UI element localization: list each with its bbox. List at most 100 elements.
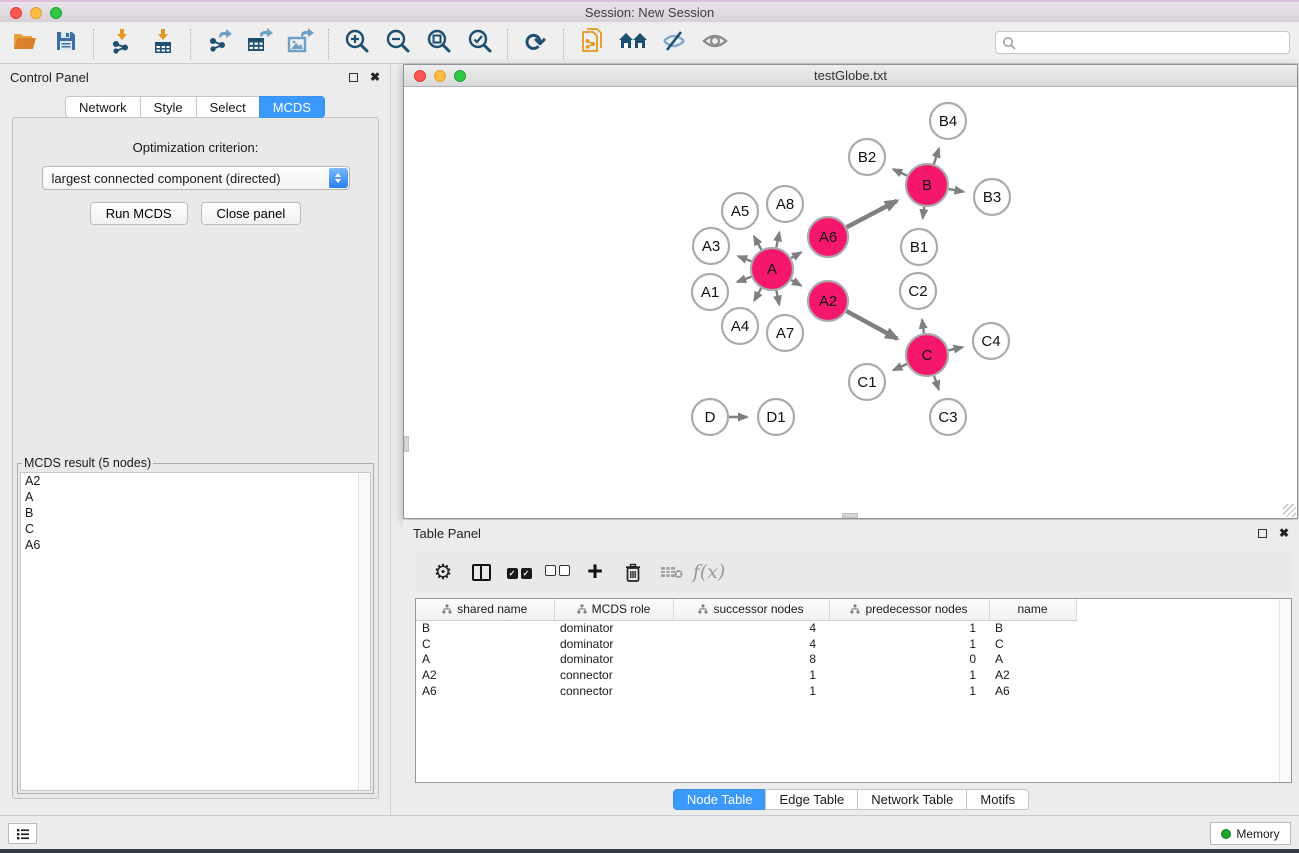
node-A3[interactable]: A3 xyxy=(693,228,729,264)
result-item[interactable]: A6 xyxy=(21,537,370,553)
mcds-result-list[interactable]: A2ABCA6 xyxy=(20,472,371,791)
float-table-panel-icon[interactable] xyxy=(1258,529,1267,538)
save-session-button[interactable] xyxy=(45,26,86,62)
float-panel-icon[interactable] xyxy=(349,73,358,82)
edge-C-C4[interactable] xyxy=(948,347,962,350)
edge-A-A7[interactable] xyxy=(776,291,779,305)
table-scrollbar[interactable] xyxy=(1279,599,1291,782)
function-builder-button[interactable]: f(x) xyxy=(690,555,728,589)
edge-A-A4[interactable] xyxy=(754,288,761,301)
show-columns-button[interactable] xyxy=(462,555,500,589)
network-vertical-scrollbar[interactable] xyxy=(404,436,409,452)
result-list-scrollbar[interactable] xyxy=(358,473,370,790)
network-horizontal-scrollbar[interactable] xyxy=(842,513,858,518)
table-row[interactable]: Bdominator41B xyxy=(416,620,1076,636)
node-B3[interactable]: B3 xyxy=(974,179,1010,215)
network-canvas[interactable]: B4B2BB3B1A5A8A6A3AA1C2A2A4A7CC4C1C3DD1 xyxy=(404,87,1297,518)
create-column-button[interactable]: + xyxy=(576,555,614,589)
tab-style[interactable]: Style xyxy=(140,96,197,118)
edge-A6-B[interactable] xyxy=(847,201,897,227)
close-table-panel-icon[interactable]: ✖ xyxy=(1279,526,1289,540)
tab-select[interactable]: Select xyxy=(196,96,260,118)
result-item[interactable]: A2 xyxy=(21,473,370,489)
export-table-button[interactable] xyxy=(239,26,280,62)
table-options-button[interactable]: ⚙ xyxy=(424,555,462,589)
tab-motifs[interactable]: Motifs xyxy=(966,789,1029,810)
minimize-window-button[interactable] xyxy=(30,7,42,19)
zoom-network-button[interactable] xyxy=(454,70,466,82)
close-network-button[interactable] xyxy=(414,70,426,82)
export-network-button[interactable] xyxy=(198,26,239,62)
hide-selected-button[interactable] xyxy=(653,26,694,62)
node-B4[interactable]: B4 xyxy=(930,103,966,139)
node-A6[interactable]: A6 xyxy=(808,217,848,257)
edge-A-A3[interactable] xyxy=(738,256,751,261)
edge-A-A2[interactable] xyxy=(791,280,801,286)
close-panel-icon[interactable]: ✖ xyxy=(370,70,380,84)
table-row[interactable]: A2connector11A2 xyxy=(416,667,1076,683)
column-header-predecessor-nodes[interactable]: predecessor nodes xyxy=(829,599,989,620)
edge-A-A5[interactable] xyxy=(754,236,761,249)
import-table-button[interactable] xyxy=(142,26,183,62)
column-header-shared-name[interactable]: shared name xyxy=(416,599,554,620)
column-header-successor-nodes[interactable]: successor nodes xyxy=(673,599,829,620)
edge-B-B4[interactable] xyxy=(934,149,939,165)
table-row[interactable]: Cdominator41C xyxy=(416,636,1076,652)
node-D[interactable]: D xyxy=(692,399,728,435)
node-A[interactable]: A xyxy=(751,248,793,290)
table-row[interactable]: Adominator80A xyxy=(416,652,1076,668)
edge-A-A8[interactable] xyxy=(776,232,779,247)
tab-network[interactable]: Network xyxy=(65,96,141,118)
window-resize-grip[interactable] xyxy=(1283,504,1296,517)
edge-C-C2[interactable] xyxy=(922,320,924,333)
network-window-titlebar[interactable]: testGlobe.txt xyxy=(404,65,1297,87)
edge-B-B2[interactable] xyxy=(893,169,907,175)
zoom-fit-button[interactable] xyxy=(418,26,459,62)
unselect-all-columns-button[interactable] xyxy=(538,555,576,589)
open-session-button[interactable] xyxy=(4,26,45,62)
show-all-button[interactable] xyxy=(694,26,735,62)
edge-B-B1[interactable] xyxy=(923,207,924,218)
tab-network-table[interactable]: Network Table xyxy=(857,789,967,810)
edge-A-A1[interactable] xyxy=(737,277,751,282)
column-header-mcds-role[interactable]: MCDS role xyxy=(554,599,673,620)
node-B1[interactable]: B1 xyxy=(901,229,937,265)
column-header-name[interactable]: name xyxy=(989,599,1076,620)
apply-layout-button[interactable]: ⟳ xyxy=(515,26,556,62)
node-B2[interactable]: B2 xyxy=(849,139,885,175)
node-A7[interactable]: A7 xyxy=(767,315,803,351)
node-C[interactable]: C xyxy=(906,334,948,376)
edge-A-A6[interactable] xyxy=(791,252,801,258)
zoom-out-button[interactable] xyxy=(377,26,418,62)
zoom-window-button[interactable] xyxy=(50,7,62,19)
node-C3[interactable]: C3 xyxy=(930,399,966,435)
result-item[interactable]: B xyxy=(21,505,370,521)
node-A8[interactable]: A8 xyxy=(767,186,803,222)
node-A4[interactable]: A4 xyxy=(722,308,758,344)
home-button[interactable] xyxy=(612,26,653,62)
node-A5[interactable]: A5 xyxy=(722,193,758,229)
delete-column-button[interactable] xyxy=(614,555,652,589)
tab-edge-table[interactable]: Edge Table xyxy=(765,789,858,810)
node-table[interactable]: shared nameMCDS rolesuccessor nodesprede… xyxy=(416,599,1077,699)
criterion-select[interactable]: largest connected component (directed) xyxy=(42,166,350,190)
node-C1[interactable]: C1 xyxy=(849,364,885,400)
node-A2[interactable]: A2 xyxy=(808,281,848,321)
node-B[interactable]: B xyxy=(906,164,948,206)
search-input[interactable] xyxy=(1016,35,1283,51)
node-C4[interactable]: C4 xyxy=(973,323,1009,359)
node-D1[interactable]: D1 xyxy=(758,399,794,435)
tab-mcds[interactable]: MCDS xyxy=(259,96,325,118)
memory-button[interactable]: Memory xyxy=(1210,822,1291,845)
import-network-button[interactable] xyxy=(101,26,142,62)
export-image-button[interactable] xyxy=(280,26,321,62)
network-from-selection-button[interactable] xyxy=(571,26,612,62)
edge-B-B3[interactable] xyxy=(949,189,964,192)
result-item[interactable]: C xyxy=(21,521,370,537)
toolbar-search[interactable] xyxy=(995,31,1290,54)
table-row[interactable]: A6connector11A6 xyxy=(416,683,1076,699)
minimize-network-button[interactable] xyxy=(434,70,446,82)
edge-C-C3[interactable] xyxy=(934,376,939,390)
select-all-columns-button[interactable]: ✓✓ xyxy=(500,555,538,589)
close-window-button[interactable] xyxy=(10,7,22,19)
